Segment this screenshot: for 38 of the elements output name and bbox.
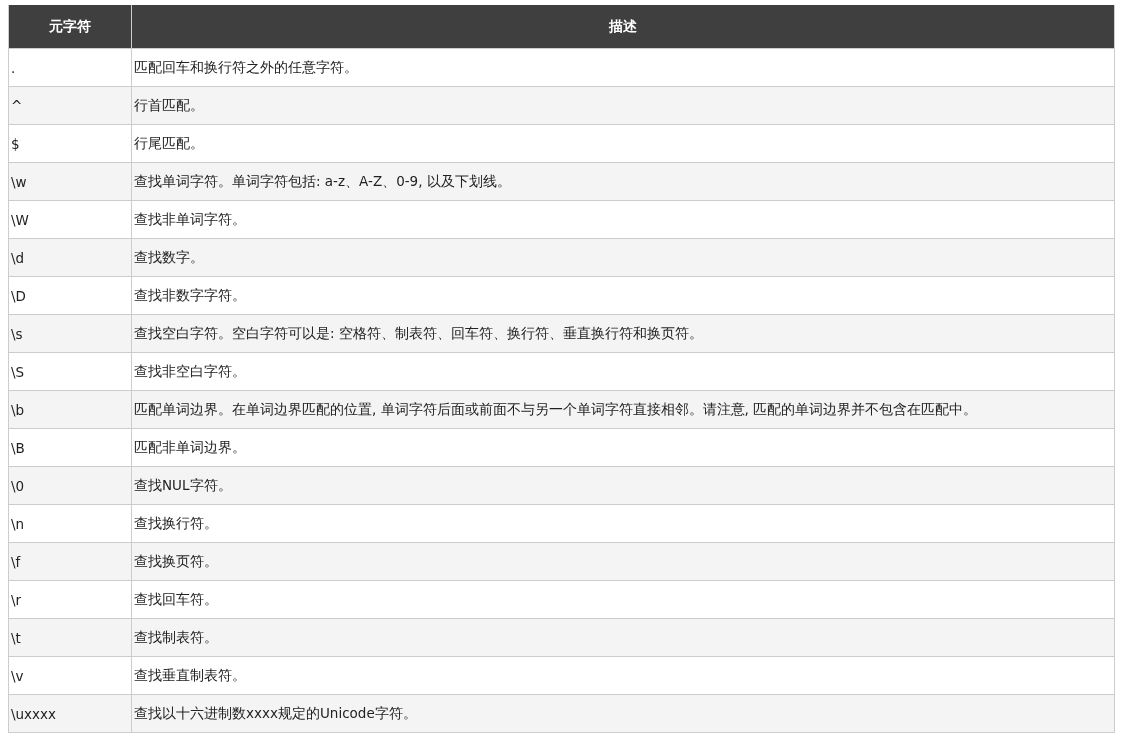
table-cell: \n <box>8 504 132 543</box>
table-cell: \f <box>8 542 132 581</box>
column-header: 元字符 <box>8 5 132 49</box>
table-cell: 查找回车符。 <box>131 580 1115 619</box>
table-cell: \0 <box>8 466 132 505</box>
table-cell: \B <box>8 428 132 467</box>
column-header: 描述 <box>131 5 1115 49</box>
table-cell: \D <box>8 276 132 315</box>
table-cell: 查找单词字符。单词字符包括: a-z、A-Z、0-9, 以及下划线。 <box>131 162 1115 201</box>
table-cell: 匹配回车和换行符之外的任意字符。 <box>131 48 1115 87</box>
table-cell: \v <box>8 656 132 695</box>
table-cell: \t <box>8 618 132 657</box>
table-cell: 查找垂直制表符。 <box>131 656 1115 695</box>
table-cell: 匹配非单词边界。 <box>131 428 1115 467</box>
table-cell: \d <box>8 238 132 277</box>
table-cell: 行尾匹配。 <box>131 124 1115 163</box>
table-cell: 查找换行符。 <box>131 504 1115 543</box>
table-cell: 行首匹配。 <box>131 86 1115 125</box>
table-cell: 匹配单词边界。在单词边界匹配的位置, 单词字符后面或前面不与另一个单词字符直接相邻。请注意, 匹配的单词边界并不包含在匹配中。 <box>131 390 1115 429</box>
table-cell: 查找制表符。 <box>131 618 1115 657</box>
table-cell: 查找数字。 <box>131 238 1115 277</box>
table-cell: 查找换页符。 <box>131 542 1115 581</box>
table-cell: 查找非数字字符。 <box>131 276 1115 315</box>
table-cell: \r <box>8 580 132 619</box>
table-cell: . <box>8 48 132 87</box>
table-cell: 查找非单词字符。 <box>131 200 1115 239</box>
table-cell: $ <box>8 124 132 163</box>
table-cell: \uxxxx <box>8 694 132 733</box>
table-cell: \b <box>8 390 132 429</box>
table-cell: \s <box>8 314 132 353</box>
table-cell: 查找空白字符。空白字符可以是: 空格符、制表符、回车符、换行符、垂直换行符和换页符。 <box>131 314 1115 353</box>
table-cell: 查找以十六进制数xxxx规定的Unicode字符。 <box>131 694 1115 733</box>
table-cell: \S <box>8 352 132 391</box>
table-cell: \w <box>8 162 132 201</box>
table-cell: 查找NUL字符。 <box>131 466 1115 505</box>
table-cell: 查找非空白字符。 <box>131 352 1115 391</box>
table-cell: \W <box>8 200 132 239</box>
table-cell: ^ <box>8 86 132 125</box>
